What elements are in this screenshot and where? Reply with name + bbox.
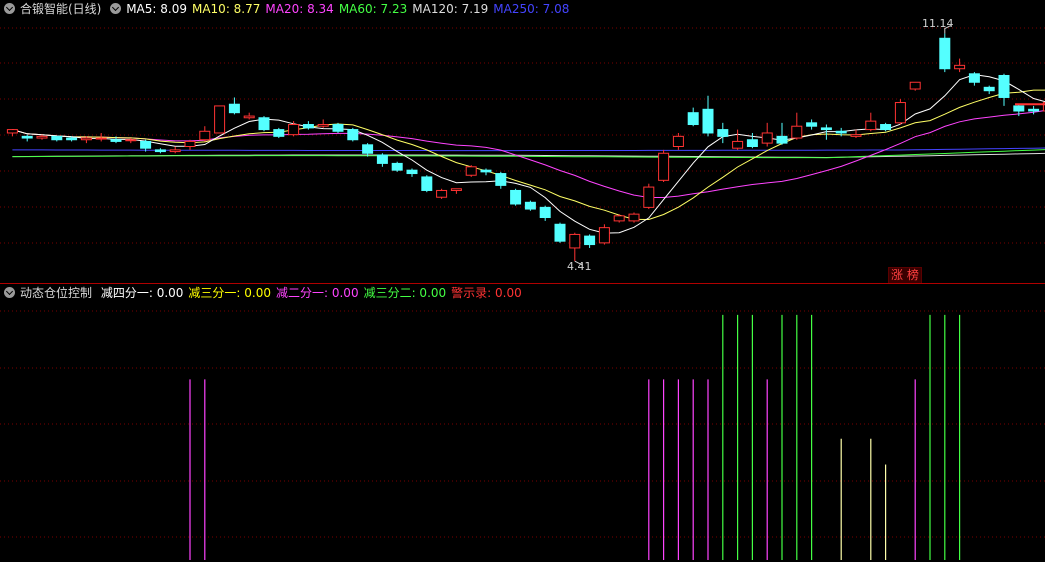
candle-body (36, 135, 48, 139)
candle-body (983, 86, 995, 92)
candle-body (95, 137, 107, 140)
candle-body (228, 103, 240, 114)
indicator-legend-item: 减四分一: 0.00 (100, 286, 184, 300)
candle-body (954, 64, 966, 70)
ma-legend-item: MA120: 7.19 (412, 2, 489, 16)
ma-legend-item: MA60: 7.23 (338, 2, 408, 16)
price-legend: 合锻智能(日线) MA5: 8.09 MA10: 8.77 MA20: 8.34 MA… (4, 1, 579, 17)
candle-body (968, 73, 980, 83)
candle-body (347, 129, 359, 141)
candle-body (524, 201, 536, 210)
candle-body (110, 139, 122, 142)
limit-up-badge: 涨 榜 (888, 267, 922, 284)
candle-body (613, 215, 625, 222)
candle-body (717, 129, 729, 137)
candle-body (539, 206, 551, 219)
candle-body (628, 213, 640, 222)
candle-body (421, 176, 433, 191)
candle-body (776, 135, 788, 144)
candle-body (362, 144, 374, 154)
indicator-chart (0, 310, 1045, 560)
candle-body (598, 227, 610, 244)
indicator-legend: 动态仓位控制 减四分一: 0.00 减三分一: 0.00 减二分一: 0.00 减三分… (4, 285, 532, 301)
candle-body (450, 188, 462, 191)
candle-body (510, 189, 522, 205)
candle-body (554, 223, 566, 242)
ma-legend-item: MA5: 8.09 (126, 2, 187, 16)
candle-body (1013, 105, 1025, 112)
candle-body (376, 154, 388, 164)
candle-body (806, 122, 818, 127)
candle-body (658, 152, 670, 181)
candle-body (998, 74, 1010, 98)
candle-body (835, 130, 847, 134)
candle-body (436, 189, 448, 198)
candle-body (6, 129, 18, 134)
candle-body (406, 169, 418, 175)
candle-body (21, 135, 33, 139)
stock-title: 合锻智能(日线) (20, 2, 102, 16)
candle-body (480, 169, 492, 173)
candle-body (302, 124, 314, 129)
candle-body (288, 124, 300, 136)
candle-body (687, 112, 699, 126)
ma-legend: MA5: 8.09 MA10: 8.77 MA20: 8.34 MA60: 7.23 M… (126, 2, 574, 16)
ma10-line (12, 89, 1045, 221)
candle-body (865, 120, 877, 131)
candle-body (317, 124, 329, 127)
ma-legend-item: MA20: 8.34 (265, 2, 334, 16)
candle-body (214, 105, 226, 134)
candle-body (880, 124, 892, 131)
candle-body (184, 140, 196, 147)
candle-body (465, 166, 477, 176)
candle-body (672, 135, 684, 148)
indicator-legend-item: 减三分一: 0.00 (188, 286, 271, 300)
ma-legend-item: MA10: 8.77 (191, 2, 261, 16)
indicator-items: 减四分一: 0.00 减三分一: 0.00 减二分一: 0.00 减三分二: 0.00… (101, 286, 527, 300)
candle-body (273, 129, 285, 137)
indicator-title: 动态仓位控制 (20, 286, 93, 300)
candle-body (732, 140, 744, 149)
collapse-icon[interactable] (110, 3, 122, 14)
indicator-legend-item: 警示录: 0.00 (451, 286, 522, 300)
candle-body (391, 162, 403, 171)
candle-body (746, 139, 758, 148)
candle-body (199, 130, 211, 141)
candle-body (820, 127, 832, 131)
candle-body (939, 37, 951, 70)
indicator-legend-item: 减三分二: 0.00 (363, 286, 447, 300)
candle-body (643, 186, 655, 208)
high-price-label: 11.14 (922, 17, 954, 30)
candle-body (140, 140, 152, 149)
price-panel: 合锻智能(日线) MA5: 8.09 MA10: 8.77 MA20: 8.34 MA… (0, 0, 1045, 284)
price-chart (0, 25, 1045, 266)
candle-body (66, 137, 78, 141)
candle-body (1028, 108, 1040, 112)
collapse-icon[interactable] (4, 3, 15, 14)
candle-body (169, 149, 181, 153)
candle-body (702, 108, 714, 134)
candle-body (495, 173, 507, 186)
low-price-label: 4.41 (567, 260, 592, 273)
candle-body (894, 102, 906, 124)
ma-legend-item: MA250: 7.08 (493, 2, 570, 16)
candle-body (154, 149, 166, 153)
candle-body (243, 115, 255, 119)
candle-body (850, 134, 862, 137)
candle-body (332, 124, 344, 132)
candle-body (80, 137, 92, 141)
candle-body (125, 139, 137, 142)
candle-body (791, 125, 803, 139)
indicator-legend-item: 减二分一: 0.00 (276, 286, 359, 300)
collapse-icon[interactable] (4, 287, 15, 298)
indicator-panel: 动态仓位控制 减四分一: 0.00 减三分一: 0.00 减二分一: 0.00 减三分… (0, 283, 1045, 562)
candle-body (569, 233, 581, 249)
candle-body (761, 132, 773, 144)
candle-body (909, 81, 921, 90)
candle-body (584, 235, 596, 246)
candle-body (51, 135, 63, 141)
candle-body (258, 117, 270, 131)
